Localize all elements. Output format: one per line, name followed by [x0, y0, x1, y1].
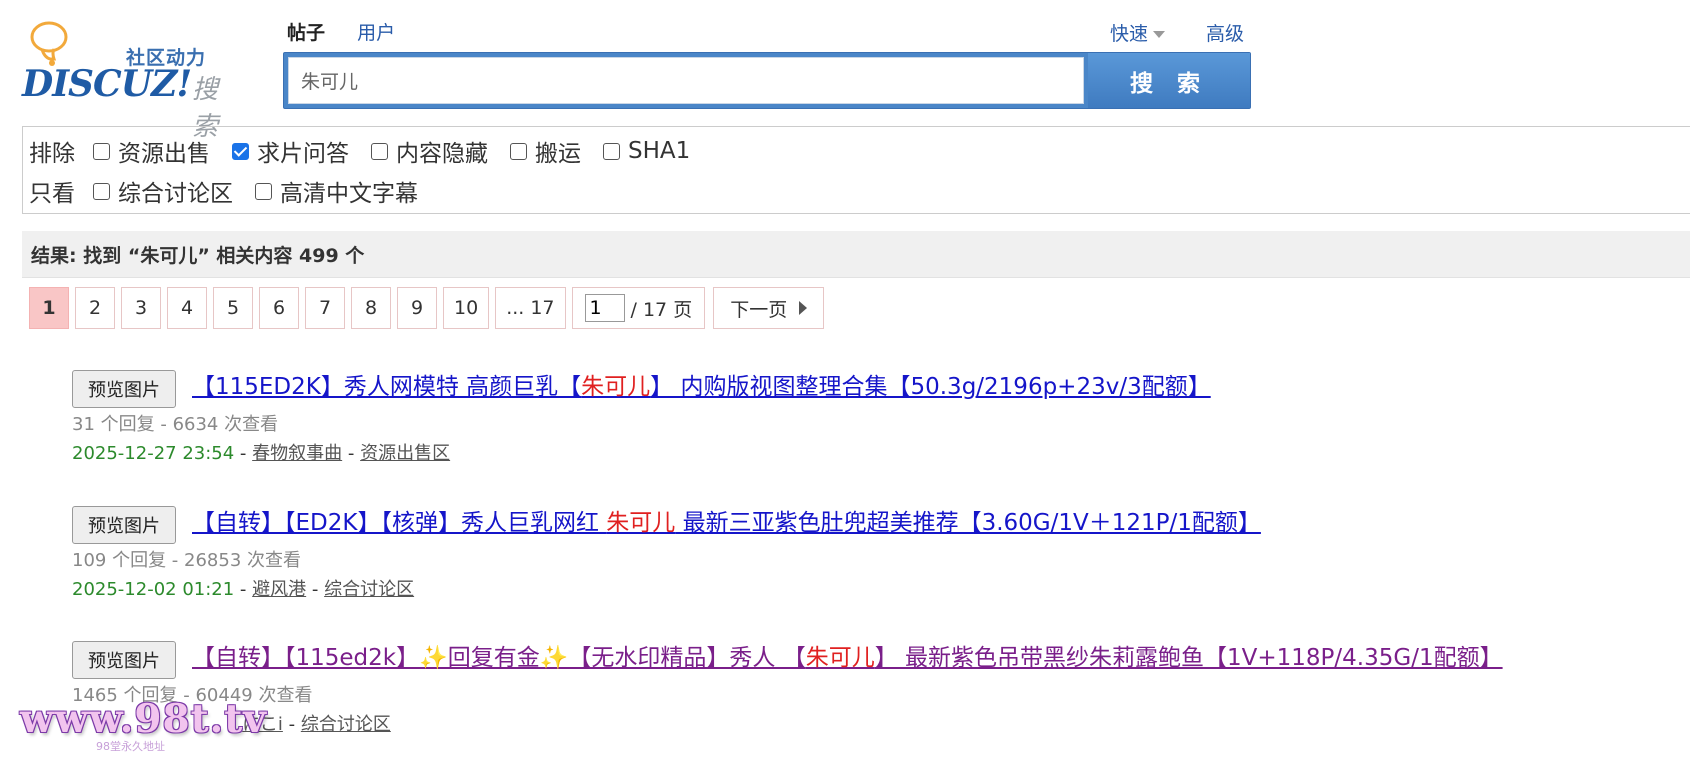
only-label: 只看: [29, 181, 75, 207]
post-date: 2025-12-27 23:54: [72, 443, 235, 464]
page-5[interactable]: 5: [213, 287, 253, 329]
page-2[interactable]: 2: [75, 287, 115, 329]
forum-link[interactable]: 综合讨论区: [301, 714, 391, 735]
exclude-option-request[interactable]: 求片问答: [232, 134, 349, 168]
checkbox[interactable]: [93, 182, 110, 200]
page-8[interactable]: 8: [351, 287, 391, 329]
search-button[interactable]: 搜 索: [1088, 53, 1250, 108]
tab-posts[interactable]: 帖子: [287, 22, 325, 44]
thread-meta: 2025-12-27 23:54 - 春物叙事曲 - 资源出售区: [72, 443, 451, 464]
option-label: 资源出售: [118, 141, 210, 167]
page-6[interactable]: 6: [259, 287, 299, 329]
site-watermark: www.98t.tv: [20, 696, 267, 742]
keyword-highlight: 朱可儿: [805, 645, 875, 671]
search-bar: 搜 索: [283, 52, 1251, 109]
option-label: 求片问答: [257, 141, 349, 167]
keyword-highlight: 朱可儿: [581, 374, 651, 400]
checkbox[interactable]: [93, 142, 110, 160]
preview-image-button[interactable]: 预览图片: [72, 641, 176, 679]
post-date: 2025-12-02 01:21: [72, 579, 235, 600]
filter-panel: 排除 资源出售 求片问答 内容隐藏 搬运 SHA1 只看 综合讨论区 高清中文字…: [22, 126, 1690, 214]
thread-title-link[interactable]: 【自转】【ED2K】【核弹】秀人巨乳网红 朱可儿 最新三亚紫色肚兜超美推荐【3.…: [192, 506, 1261, 540]
option-label: 搬运: [535, 141, 581, 167]
option-label: 综合讨论区: [118, 181, 233, 207]
pagination: 1 2 3 4 5 6 7 8 9 10 ... 17 / 17 页 下一页: [29, 287, 825, 329]
checkbox[interactable]: [255, 182, 272, 200]
thread-title-link[interactable]: 【自转】【115ed2k】✨回复有金✨【无水印精品】秀人 【朱可儿】 最新紫色吊…: [192, 641, 1503, 675]
result-summary: 结果: 找到 “朱可儿” 相关内容 499 个: [22, 231, 1690, 278]
search-input[interactable]: [288, 57, 1084, 104]
search-type-tabs: 帖子 用户: [287, 18, 421, 45]
page-4[interactable]: 4: [167, 287, 207, 329]
option-label: 高清中文字幕: [280, 181, 418, 207]
quick-search-dropdown[interactable]: 快速: [1110, 19, 1166, 46]
exclude-option-hidden-content[interactable]: 内容隐藏: [371, 134, 488, 168]
checkbox[interactable]: [510, 142, 527, 160]
quick-search-label: 快速: [1110, 23, 1149, 45]
arrow-right-icon: [799, 301, 808, 315]
thread-meta: 2025-12-02 01:21 - 避风港 - 综合讨论区: [72, 579, 415, 600]
thread-stats: 31 个回复 - 6634 次查看: [72, 414, 279, 435]
preview-image-button[interactable]: 预览图片: [72, 370, 176, 408]
checkbox-checked[interactable]: [232, 142, 249, 160]
forum-link[interactable]: 综合讨论区: [324, 579, 414, 600]
logo-brand: DISCUZ!: [22, 63, 192, 105]
only-option-hd-subtitles[interactable]: 高清中文字幕: [255, 174, 418, 208]
thread-title-link[interactable]: 【115ED2K】秀人网模特 高颜巨乳【朱可儿】 内购版视图整理合集【50.3g…: [192, 370, 1211, 404]
option-label: SHA1: [628, 138, 691, 164]
advanced-search-link[interactable]: 高级: [1206, 19, 1244, 46]
page-jump: / 17 页: [571, 287, 706, 329]
page-jump-input[interactable]: [584, 294, 625, 322]
exclude-row: 排除 资源出售 求片问答 内容隐藏 搬运 SHA1: [29, 131, 1684, 171]
author-link[interactable]: 春物叙事曲: [252, 443, 342, 464]
thread-stats: 109 个回复 - 26853 次查看: [72, 550, 301, 571]
tab-users[interactable]: 用户: [357, 22, 395, 44]
page-last[interactable]: ... 17: [495, 287, 566, 329]
forum-link[interactable]: 资源出售区: [360, 443, 450, 464]
page-10[interactable]: 10: [443, 287, 490, 329]
next-page-label: 下一页: [730, 298, 788, 321]
author-link[interactable]: 避风港: [252, 579, 306, 600]
only-row: 只看 综合讨论区 高清中文字幕: [29, 171, 1684, 211]
exclude-option-repost[interactable]: 搬运: [510, 134, 581, 168]
exclude-option-resource-sale[interactable]: 资源出售: [93, 134, 210, 168]
discuz-logo[interactable]: 社区动力 DISCUZ! 搜索: [22, 17, 237, 142]
page-9[interactable]: 9: [397, 287, 437, 329]
speech-bulb-icon: [30, 21, 68, 66]
exclude-option-sha1[interactable]: SHA1: [603, 138, 690, 164]
checkbox[interactable]: [371, 142, 388, 160]
only-option-general-forum[interactable]: 综合讨论区: [93, 174, 233, 208]
next-page-button[interactable]: 下一页: [713, 287, 825, 329]
option-label: 内容隐藏: [396, 141, 488, 167]
page-3[interactable]: 3: [121, 287, 161, 329]
preview-image-button[interactable]: 预览图片: [72, 506, 176, 544]
caret-down-icon: [1153, 31, 1166, 38]
keyword-highlight: 朱可儿: [606, 510, 676, 536]
page-total: / 17 页: [630, 298, 693, 321]
exclude-label: 排除: [29, 141, 75, 167]
site-watermark-sub: 98堂永久地址: [96, 740, 165, 753]
checkbox[interactable]: [603, 142, 620, 160]
page-1[interactable]: 1: [29, 287, 69, 329]
page-7[interactable]: 7: [305, 287, 345, 329]
